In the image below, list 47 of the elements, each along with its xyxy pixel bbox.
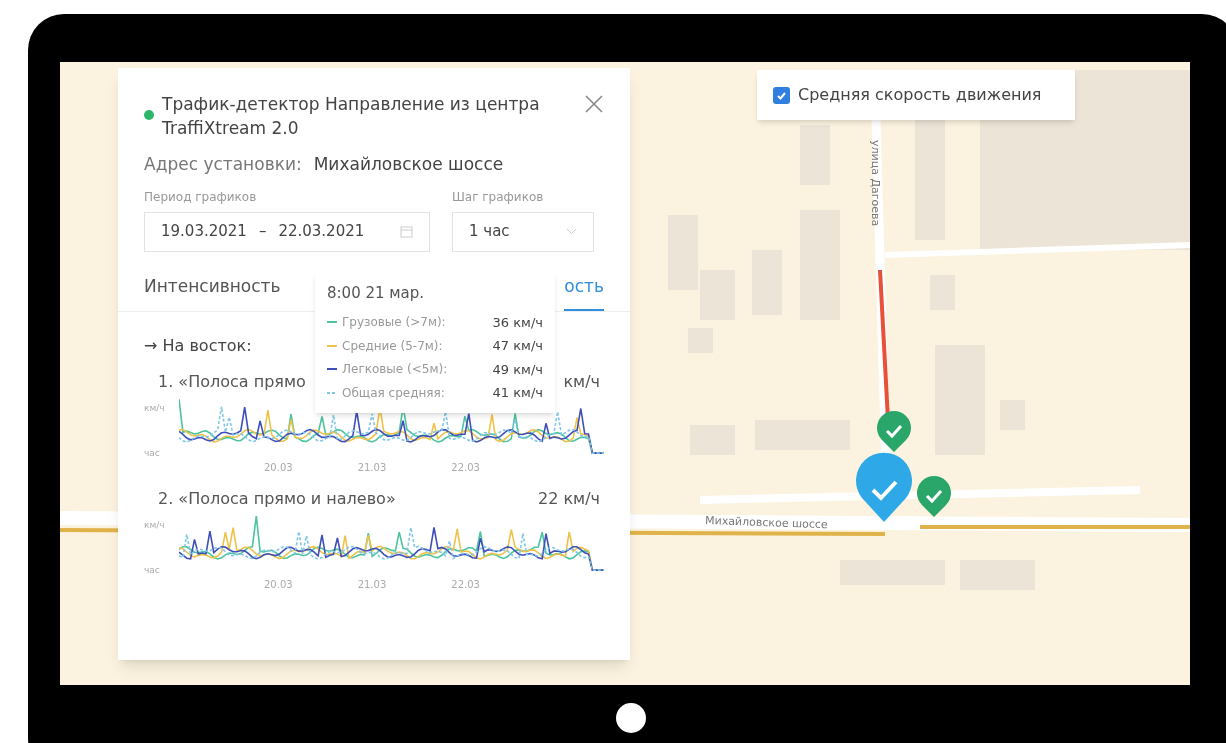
- axis-label: 20.03: [264, 461, 293, 475]
- address-value: Михайловское шоссе: [313, 153, 504, 176]
- date-separator: –: [258, 221, 267, 243]
- axis-unit: час: [144, 446, 161, 460]
- tooltip-time: 8:00 21 мар.: [327, 283, 426, 304]
- axis-unit: час: [144, 563, 161, 577]
- axis-label: 22.03: [451, 578, 480, 592]
- legend-label: Легковые (<5м):: [342, 361, 448, 379]
- lane-speed: км/ч: [563, 371, 600, 393]
- axis-label: 21.03: [357, 578, 387, 592]
- map-pin-icon[interactable]: [856, 452, 912, 522]
- close-button[interactable]: [584, 94, 604, 114]
- axis-unit: км/ч: [144, 519, 166, 532]
- legend-value: 41 км/ч: [492, 384, 543, 402]
- checkbox[interactable]: [773, 86, 790, 104]
- direction-heading: → На восток:: [144, 335, 252, 357]
- legend-label: Средние (5-7м):: [342, 337, 443, 355]
- lane-speed: 22 км/ч: [537, 488, 600, 510]
- checkbox-label: Средняя скорость движения: [798, 84, 1042, 106]
- home-button[interactable]: [616, 703, 646, 733]
- close-icon: [584, 94, 604, 114]
- lane-title: 1. «Полоса прямо: [158, 371, 306, 393]
- axis-label: 21.03: [357, 461, 387, 475]
- axis-label: 20.03: [264, 578, 293, 592]
- legend-label: Общая средняя:: [342, 384, 445, 402]
- legend-value: 36 км/ч: [492, 313, 543, 332]
- detector-title: Трафик-детектор Направление из центра TraffiXtream 2.0: [162, 93, 541, 140]
- calendar-icon: [400, 225, 413, 238]
- date-value: 19.03.2021: [161, 221, 247, 243]
- axis-label: 22.03: [451, 461, 480, 475]
- address-label: Адрес установки:: [144, 153, 302, 176]
- date-range-field[interactable]: 19.03.2021 – 22.03.2021: [144, 211, 430, 252]
- legend-label: Грузовые (>7м):: [342, 314, 446, 332]
- field-label: Период графиков: [144, 188, 258, 206]
- map-pin-icon[interactable]: [917, 476, 951, 517]
- legend-value: 49 км/ч: [492, 360, 543, 379]
- chevron-down-icon: [566, 228, 577, 235]
- axis-unit: км/ч: [144, 402, 166, 415]
- street-label: Михайловское шоссе: [704, 514, 828, 532]
- field-label: Шаг графиков: [452, 188, 545, 206]
- date-value: 22.03.2021: [278, 221, 365, 243]
- step-select[interactable]: 1 час: [452, 211, 594, 252]
- legend-value: 47 км/ч: [492, 337, 543, 355]
- lane-title: 2. «Полоса прямо и налево»: [158, 488, 396, 510]
- street-label: улица Дагоева: [869, 140, 882, 227]
- map-pin-icon[interactable]: [877, 411, 911, 452]
- tab[interactable]: Интенсивность: [144, 273, 281, 311]
